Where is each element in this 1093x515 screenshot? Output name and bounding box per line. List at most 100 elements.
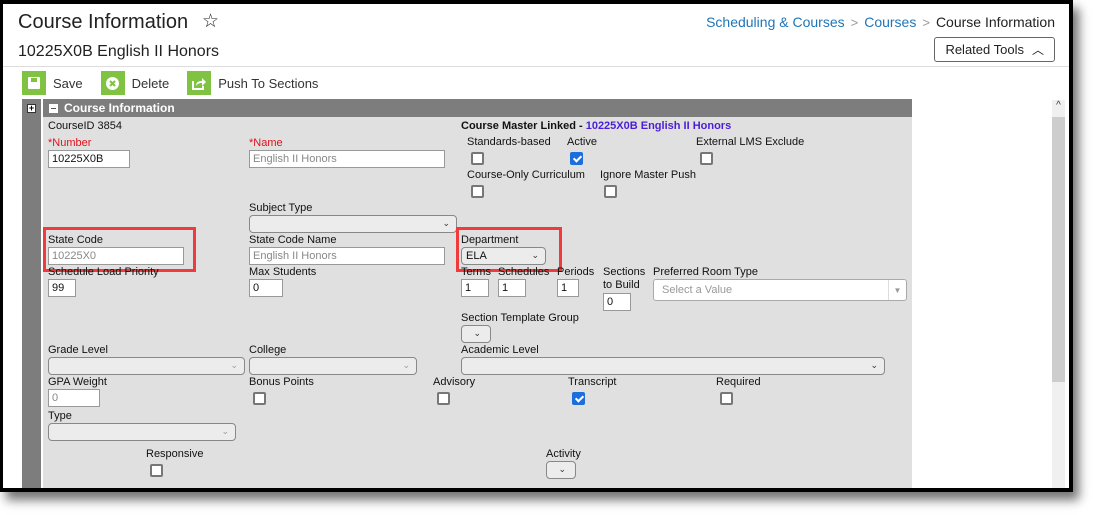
schedules-label: Schedules bbox=[498, 266, 550, 278]
external-lms-exclude-label: External LMS Exclude bbox=[696, 136, 805, 148]
section-template-group-select[interactable]: ⌄ bbox=[461, 325, 491, 343]
academic-level-label: Academic Level bbox=[461, 344, 539, 356]
periods-label: Periods bbox=[557, 266, 595, 278]
preferred-room-type-select[interactable]: Select a Value ▼ bbox=[653, 279, 907, 301]
push-to-sections-button[interactable]: Push To Sections bbox=[187, 71, 318, 95]
breadcrumb-courses[interactable]: Courses bbox=[864, 14, 916, 30]
collapse-icon[interactable] bbox=[49, 103, 58, 113]
number-label: *Number bbox=[48, 137, 92, 149]
panel-title: Course Information bbox=[64, 101, 175, 115]
max-students-label: Max Students bbox=[249, 266, 317, 278]
course-master-link[interactable]: 10225X0B English II Honors bbox=[586, 120, 732, 132]
external-lms-exclude-checkbox[interactable] bbox=[700, 152, 713, 165]
chevron-down-icon: ⌄ bbox=[221, 426, 229, 436]
preferred-room-type-placeholder: Select a Value bbox=[662, 284, 733, 296]
schedules-input[interactable] bbox=[498, 279, 526, 297]
schedule-load-priority-label: Schedule Load Priority bbox=[48, 266, 159, 278]
side-rail: + bbox=[22, 99, 41, 488]
course-only-curriculum-label: Course-Only Curriculum bbox=[467, 169, 585, 181]
delete-button[interactable]: Delete bbox=[100, 71, 170, 95]
chevron-down-icon: ⌄ bbox=[558, 464, 566, 474]
push-to-sections-label: Push To Sections bbox=[218, 75, 319, 91]
chevron-down-icon: ⌄ bbox=[442, 218, 450, 228]
related-tools-label: Related Tools bbox=[945, 42, 1024, 57]
bonus-points-label: Bonus Points bbox=[249, 376, 314, 388]
chevron-down-icon: ⌄ bbox=[230, 360, 238, 370]
breadcrumb-current: Course Information bbox=[935, 14, 1055, 30]
standards-based-label: Standards-based bbox=[467, 136, 551, 148]
transcript-label: Transcript bbox=[568, 376, 617, 388]
save-button[interactable]: Save bbox=[22, 71, 83, 95]
advisory-label: Advisory bbox=[433, 376, 476, 388]
section-template-group-label: Section Template Group bbox=[461, 312, 579, 324]
breadcrumb: Scheduling & Courses > Courses > Course … bbox=[706, 14, 1055, 30]
vertical-scrollbar[interactable]: ^ bbox=[1052, 100, 1065, 488]
delete-label: Delete bbox=[131, 75, 170, 91]
responsive-checkbox[interactable] bbox=[150, 464, 163, 477]
standards-based-checkbox[interactable] bbox=[471, 152, 484, 165]
state-code-name-label: State Code Name bbox=[249, 234, 337, 246]
grade-level-select[interactable]: ⌄ bbox=[48, 357, 245, 375]
name-label: *Name bbox=[249, 137, 283, 149]
transcript-checkbox[interactable] bbox=[572, 392, 585, 405]
name-input[interactable] bbox=[249, 150, 445, 168]
sections-to-build-label-2: to Build bbox=[603, 279, 640, 291]
course-master-linked: Course Master Linked - 10225X0B English … bbox=[461, 120, 731, 132]
advisory-checkbox[interactable] bbox=[437, 392, 450, 405]
save-label: Save bbox=[53, 75, 83, 91]
chevron-down-icon: ⌄ bbox=[402, 360, 410, 370]
responsive-label: Responsive bbox=[146, 448, 204, 460]
share-icon bbox=[187, 71, 212, 95]
scrollbar-thumb[interactable] bbox=[1052, 117, 1065, 382]
panel-header[interactable]: Course Information bbox=[43, 99, 912, 117]
max-students-input[interactable] bbox=[249, 279, 283, 297]
expand-icon[interactable]: + bbox=[27, 104, 36, 113]
college-select[interactable]: ⌄ bbox=[249, 357, 417, 375]
activity-label: Activity bbox=[546, 448, 581, 460]
preferred-room-type-label: Preferred Room Type bbox=[653, 266, 758, 278]
chevron-down-icon: ⌄ bbox=[870, 360, 878, 370]
active-checkbox[interactable] bbox=[570, 152, 583, 165]
periods-input[interactable] bbox=[557, 279, 579, 297]
delete-icon bbox=[100, 71, 125, 95]
terms-input[interactable] bbox=[461, 279, 489, 297]
sections-to-build-label-1: Sections bbox=[603, 266, 646, 278]
college-label: College bbox=[249, 344, 287, 356]
dropdown-arrow-icon: ▼ bbox=[888, 280, 906, 300]
chevron-up-icon: ︿ bbox=[1031, 43, 1044, 57]
breadcrumb-scheduling-courses[interactable]: Scheduling & Courses bbox=[706, 14, 845, 30]
academic-level-select[interactable]: ⌄ bbox=[461, 357, 885, 375]
active-label: Active bbox=[567, 136, 597, 148]
activity-select[interactable]: ⌄ bbox=[546, 461, 576, 479]
ignore-master-push-checkbox[interactable] bbox=[604, 185, 617, 198]
bonus-points-checkbox[interactable] bbox=[253, 392, 266, 405]
state-code-name-input[interactable] bbox=[249, 247, 445, 265]
required-checkbox[interactable] bbox=[720, 392, 733, 405]
course-information-form: CourseID 3854 *Number *Name Course Maste… bbox=[43, 117, 912, 488]
course-master-linked-label: Course Master Linked - bbox=[461, 120, 586, 132]
terms-label: Terms bbox=[461, 266, 491, 278]
gpa-weight-input[interactable] bbox=[48, 389, 100, 407]
ignore-master-push-label: Ignore Master Push bbox=[600, 169, 696, 181]
star-outline-icon[interactable]: ☆ bbox=[202, 10, 219, 33]
course-only-curriculum-checkbox[interactable] bbox=[471, 185, 484, 198]
breadcrumb-separator-icon: > bbox=[850, 14, 859, 30]
page-title: Course Information bbox=[18, 11, 189, 33]
toolbar: Save Delete Push To Sections bbox=[22, 70, 336, 96]
required-label: Required bbox=[716, 376, 761, 388]
related-tools-button[interactable]: Related Tools ︿ bbox=[934, 37, 1055, 62]
type-select[interactable]: ⌄ bbox=[48, 423, 236, 441]
type-label: Type bbox=[48, 410, 72, 422]
grade-level-label: Grade Level bbox=[48, 344, 108, 356]
scroll-up-icon[interactable]: ^ bbox=[1052, 100, 1065, 116]
breadcrumb-separator-icon: > bbox=[922, 14, 930, 30]
header-divider bbox=[3, 66, 1069, 67]
subject-type-select[interactable]: ⌄ bbox=[249, 215, 457, 233]
course-id: CourseID 3854 bbox=[48, 120, 122, 132]
course-subtitle: 10225X0B English II Honors bbox=[18, 43, 220, 60]
number-input[interactable] bbox=[48, 150, 130, 168]
app-window: Course Information ☆ 10225X0B English II… bbox=[0, 0, 1073, 492]
schedule-load-priority-input[interactable] bbox=[48, 279, 76, 297]
sections-to-build-input[interactable] bbox=[603, 293, 631, 311]
chevron-down-icon: ⌄ bbox=[473, 328, 481, 338]
